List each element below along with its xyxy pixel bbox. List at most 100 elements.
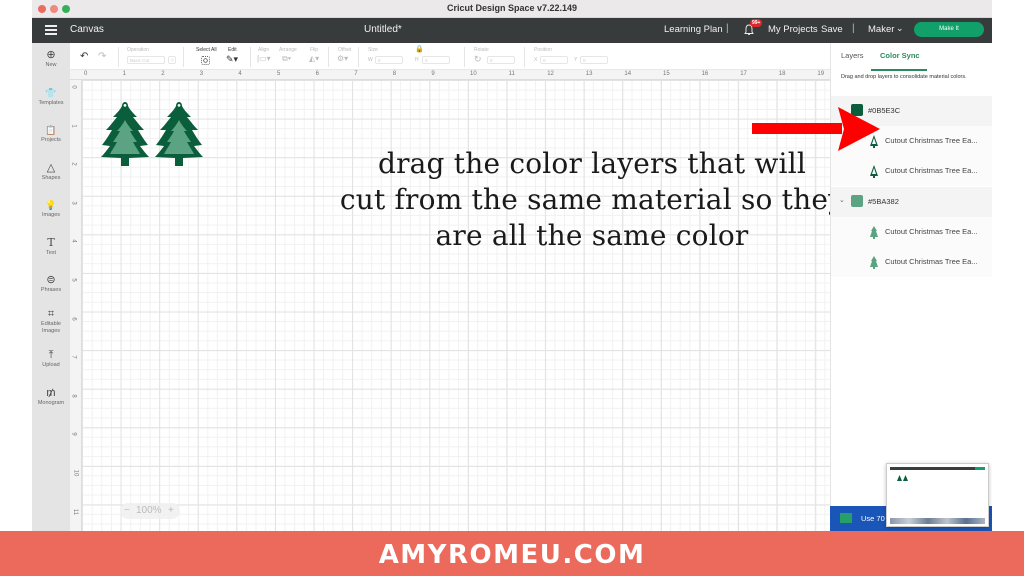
sidebar-item-label: Templates: [38, 100, 64, 106]
ruler-tick-label: 3: [199, 71, 204, 77]
clipboard-icon: 📋: [45, 125, 57, 135]
annotation-text: drag the color layers that will cut from…: [332, 146, 852, 254]
toolbar-divider: [464, 47, 465, 67]
sidebar-item-label: Images: [41, 328, 61, 334]
sidebar-item-upload[interactable]: ⤒ Upload: [32, 348, 70, 369]
window-title: Cricut Design Space v7.22.149: [446, 3, 578, 13]
lock-icon[interactable]: 🔒: [415, 45, 424, 53]
ruler-tick-label: 2: [161, 71, 165, 77]
tab-layers[interactable]: Layers: [841, 51, 864, 60]
width-input[interactable]: 0: [375, 56, 403, 64]
thumbnail-tree-icon: [903, 475, 908, 481]
zoom-control: − 100% +: [120, 503, 180, 519]
layer-item[interactable]: Cutout Christmas Tree Ea...: [831, 247, 992, 277]
ruler-horizontal: 0 1 2 3 4 5 6 7 8 9 10 11 12 13 14 15 16 17 18 19: [70, 70, 830, 80]
lightbulb-icon: 💡: [45, 200, 57, 210]
pencil-icon[interactable]: ✎▾: [226, 54, 238, 65]
toolbar-divider: [328, 47, 329, 67]
sidebar-item-phrases[interactable]: ⊜ Phrases: [32, 273, 70, 294]
ruler-tick-label: 4: [70, 239, 77, 244]
layer-name: Cutout Christmas Tree Ea...: [885, 227, 978, 236]
redo-icon[interactable]: ↷: [98, 51, 106, 62]
position-x-input[interactable]: 0: [540, 56, 568, 64]
sidebar-item-new[interactable]: ⊕ New: [32, 48, 70, 69]
offset-icon[interactable]: ⚙▾: [337, 54, 348, 63]
christmas-tree-earring-2[interactable]: [154, 100, 204, 170]
sidebar-item-label: Editable: [41, 321, 61, 327]
save-button[interactable]: Save: [821, 24, 843, 35]
document-title: Untitled*: [364, 24, 402, 35]
chevron-down-icon[interactable]: ⌄: [839, 196, 845, 204]
select-all-icon[interactable]: [201, 56, 210, 65]
flip-icon[interactable]: ◭▾: [309, 54, 319, 63]
rotate-icon[interactable]: ↻: [474, 54, 482, 65]
header-divider: |: [726, 23, 729, 34]
chevron-down-icon[interactable]: ⌄: [896, 23, 904, 34]
sidebar-item-editable-images[interactable]: ⌗ Editable Images: [32, 307, 70, 335]
sidebar-item-label: Upload: [42, 362, 60, 368]
layer-item[interactable]: Cutout Christmas Tree Ea...: [831, 156, 992, 186]
sidebar-item-monogram[interactable]: ₥ Monogram: [32, 386, 70, 407]
sidebar-item-templates[interactable]: 👕 Templates: [32, 86, 70, 107]
arrange-icon[interactable]: ⧉▾: [282, 54, 291, 64]
screenshot-stage: Cricut Design Space v7.22.149 Canvas Unt…: [0, 0, 1024, 576]
flip-label: Flip: [310, 47, 319, 53]
zoom-in-button[interactable]: +: [168, 505, 174, 516]
ruler-tick-label: 6: [315, 71, 319, 77]
speech-bubble-icon: ⊜: [46, 274, 56, 286]
ruler-tick-label: 7: [70, 355, 77, 359]
ruler-tick-label: 9: [70, 432, 77, 437]
monogram-icon: ₥: [46, 387, 56, 399]
height-input[interactable]: 0: [422, 56, 450, 64]
offset-label: Offset: [338, 47, 352, 53]
sidebar-item-projects[interactable]: 📋 Projects: [32, 123, 70, 144]
learning-plan-link[interactable]: Learning Plan: [664, 24, 723, 35]
ruler-tick-label: 18: [778, 71, 786, 77]
arrow-shaft: [752, 123, 842, 134]
sidebar-item-label: Monogram: [37, 400, 65, 406]
screenshot-thumbnail[interactable]: [886, 463, 989, 527]
ruler-tick-label: 5: [70, 278, 77, 282]
sidebar-item-label: Text: [45, 250, 57, 256]
sidebar-item-label: Phrases: [40, 287, 62, 293]
christmas-tree-earring-1[interactable]: [100, 100, 150, 170]
ruler-tick-label: 15: [663, 71, 670, 77]
sidebar-item-shapes[interactable]: △ Shapes: [32, 161, 70, 182]
zoom-out-button[interactable]: −: [124, 505, 130, 516]
machine-selector[interactable]: Maker: [868, 24, 894, 35]
size-label: Size: [368, 47, 378, 53]
make-it-button[interactable]: Make It: [914, 22, 984, 37]
color-group-header[interactable]: ⌄ #5BA382: [831, 187, 992, 217]
ruler-vertical: 0 1 2 3 4 5 6 7 8 9 10 11: [70, 80, 82, 531]
sidebar-item-images[interactable]: 💡 Images: [32, 198, 70, 219]
ruler-tick-label: 10: [470, 71, 477, 77]
ruler-tick-label: 16: [701, 71, 709, 77]
ruler-tick-label: 14: [624, 71, 632, 77]
sidebar-item-text[interactable]: T Text: [32, 236, 70, 257]
menu-hamburger-icon[interactable]: [45, 25, 57, 35]
shapes-icon: △: [46, 162, 56, 174]
undo-icon[interactable]: ↶: [80, 51, 88, 62]
tab-color-sync[interactable]: Color Sync: [880, 51, 920, 60]
operation-help-button[interactable]: ?: [168, 56, 176, 64]
toolbar-divider: [358, 47, 359, 67]
header-divider: |: [852, 23, 855, 34]
annotation-line: are all the same color: [435, 219, 749, 252]
tree-solid-icon: [870, 256, 878, 269]
cricut-design-space-window: Cricut Design Space v7.22.149 Canvas Unt…: [32, 0, 992, 531]
align-icon[interactable]: |▭▾: [257, 54, 271, 63]
operation-select[interactable]: Basic Cut: [127, 56, 165, 64]
thumbnail-make-it: [975, 467, 985, 470]
ruler-tick-label: 7: [354, 71, 358, 77]
layer-name: Cutout Christmas Tree Ea...: [885, 136, 978, 145]
rotate-input[interactable]: 0: [487, 56, 515, 64]
active-tab-indicator: [871, 69, 927, 71]
edit-label: Edit: [228, 47, 237, 53]
app-header: Canvas Untitled* Learning Plan | 99+ My …: [32, 18, 992, 43]
color-swatch[interactable]: [851, 195, 863, 207]
my-projects-link[interactable]: My Projects: [768, 24, 818, 35]
position-label: Position: [534, 47, 552, 53]
position-y-input[interactable]: 0: [580, 56, 608, 64]
window-titlebar: Cricut Design Space v7.22.149: [32, 0, 992, 18]
layer-item[interactable]: Cutout Christmas Tree Ea...: [831, 217, 992, 247]
